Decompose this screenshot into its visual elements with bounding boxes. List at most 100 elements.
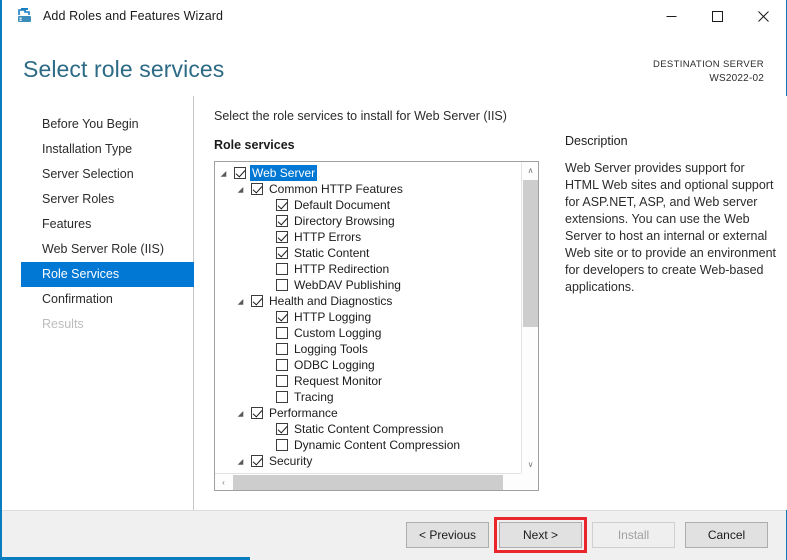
tree-item-label[interactable]: Static Content Compression <box>294 421 443 437</box>
tree-item-label[interactable]: Health and Diagnostics <box>269 293 392 309</box>
tree-item-label[interactable]: Web Server <box>250 165 318 181</box>
next-button[interactable]: Next > <box>499 522 582 548</box>
tree-item[interactable]: Performance <box>215 405 521 421</box>
tree-item-label[interactable]: HTTP Errors <box>294 229 361 245</box>
expand-collapse-icon[interactable] <box>220 167 233 180</box>
tree-item-label[interactable]: HTTP Redirection <box>294 261 389 277</box>
checkbox-http-redirection[interactable] <box>276 263 288 275</box>
previous-button[interactable]: < Previous <box>406 522 489 548</box>
wizard-footer: < Previous Next > Install Cancel <box>2 510 786 560</box>
tree-item[interactable]: ODBC Logging <box>215 357 521 373</box>
tree-item-label[interactable]: WebDAV Publishing <box>294 277 401 293</box>
tree-item[interactable]: Directory Browsing <box>215 213 521 229</box>
tree-item-label[interactable]: Common HTTP Features <box>269 181 403 197</box>
minimize-button[interactable] <box>648 0 694 32</box>
checkbox-logging-tools[interactable] <box>276 343 288 355</box>
close-button[interactable] <box>740 0 786 32</box>
scroll-down-icon[interactable]: ∨ <box>522 456 538 473</box>
footer-buttons: < Previous Next > Install Cancel <box>406 517 768 553</box>
tree-item-label[interactable]: Performance <box>269 405 338 421</box>
tree-item-label[interactable]: Directory Browsing <box>294 213 395 229</box>
page-title: Select role services <box>23 56 225 82</box>
tree-item[interactable]: Request Monitor <box>215 373 521 389</box>
tree-item[interactable]: Common HTTP Features <box>215 181 521 197</box>
checkbox-performance[interactable] <box>251 407 263 419</box>
destination-server-label: DESTINATION SERVER <box>653 59 764 70</box>
checkbox-tracing[interactable] <box>276 391 288 403</box>
checkbox-webdav-publishing[interactable] <box>276 279 288 291</box>
tree-item[interactable]: Logging Tools <box>215 341 521 357</box>
cancel-button[interactable]: Cancel <box>685 522 768 548</box>
sidebar-item-installation-type[interactable]: Installation Type <box>2 137 193 162</box>
tree-vertical-scrollbar[interactable]: ∧ ∨ <box>521 162 538 473</box>
tree-item[interactable]: WebDAV Publishing <box>215 277 521 293</box>
scroll-left-icon[interactable]: ‹ <box>215 474 232 490</box>
tree-item[interactable]: Static Content Compression <box>215 421 521 437</box>
role-services-tree[interactable]: Web Server Common HTTP Features Default Do… <box>215 162 521 473</box>
vertical-scroll-thumb[interactable] <box>523 180 538 327</box>
tree-item[interactable]: HTTP Errors <box>215 229 521 245</box>
sidebar-item-before-you-begin[interactable]: Before You Begin <box>2 112 193 137</box>
checkbox-static-content-compression[interactable] <box>276 423 288 435</box>
tree-item[interactable]: Security <box>215 453 521 469</box>
sidebar-item-server-roles[interactable]: Server Roles <box>2 187 193 212</box>
tree-item-label[interactable]: Logging Tools <box>294 341 368 357</box>
tree-item-label[interactable]: Tracing <box>294 389 334 405</box>
checkbox-default-document[interactable] <box>276 199 288 211</box>
tree-item-label[interactable]: Custom Logging <box>294 325 381 341</box>
wizard-header: Select role services DESTINATION SERVER … <box>2 32 786 88</box>
checkbox-static-content[interactable] <box>276 247 288 259</box>
checkbox-http-logging[interactable] <box>276 311 288 323</box>
checkbox-web-server[interactable] <box>234 167 246 179</box>
tree-item[interactable]: Web Server <box>215 165 521 181</box>
tree-item-label[interactable]: ODBC Logging <box>294 357 375 373</box>
checkbox-request-monitor[interactable] <box>276 375 288 387</box>
checkbox-common-http-features[interactable] <box>251 183 263 195</box>
tree-item-label[interactable]: Dynamic Content Compression <box>294 437 460 453</box>
wizard-nav: Before You Begin Installation Type Server … <box>2 96 194 510</box>
expand-collapse-icon[interactable] <box>237 407 250 420</box>
tree-item[interactable]: Tracing <box>215 389 521 405</box>
maximize-button[interactable] <box>694 0 740 32</box>
checkbox-odbc-logging[interactable] <box>276 359 288 371</box>
role-services-label: Role services <box>214 138 295 152</box>
tree-item[interactable]: Static Content <box>215 245 521 261</box>
expand-collapse-icon[interactable] <box>237 455 250 468</box>
sidebar-item-features[interactable]: Features <box>2 212 193 237</box>
scroll-up-icon[interactable]: ∧ <box>522 162 538 179</box>
expand-collapse-icon[interactable] <box>237 295 250 308</box>
tree-item[interactable]: Default Document <box>215 197 521 213</box>
wizard-content: Select the role services to install for … <box>195 96 787 510</box>
checkbox-security[interactable] <box>251 455 263 467</box>
tree-item[interactable]: Dynamic Content Compression <box>215 437 521 453</box>
cancel-button-wrap: Cancel <box>685 522 768 548</box>
checkbox-custom-logging[interactable] <box>276 327 288 339</box>
tree-item-label[interactable]: Default Document <box>294 197 390 213</box>
checkbox-directory-browsing[interactable] <box>276 215 288 227</box>
expand-collapse-icon[interactable] <box>237 183 250 196</box>
tree-item-label[interactable]: Security <box>269 453 312 469</box>
checkbox-http-errors[interactable] <box>276 231 288 243</box>
sidebar-item-role-services[interactable]: Role Services <box>21 262 194 287</box>
previous-button-wrap: < Previous <box>406 522 489 548</box>
tree-item[interactable]: Custom Logging <box>215 325 521 341</box>
tree-item-label[interactable]: Request Monitor <box>294 373 382 389</box>
tree-item[interactable]: HTTP Redirection <box>215 261 521 277</box>
sidebar-item-web-server-role-iis[interactable]: Web Server Role (IIS) <box>2 237 193 262</box>
horizontal-scroll-thumb[interactable] <box>233 475 503 490</box>
tree-item-label[interactable]: Static Content <box>294 245 369 261</box>
tree-item-label[interactable]: HTTP Logging <box>294 309 371 325</box>
sidebar-item-confirmation[interactable]: Confirmation <box>2 287 193 312</box>
sidebar-item-server-selection[interactable]: Server Selection <box>2 162 193 187</box>
tree-horizontal-scrollbar[interactable]: ‹ › <box>215 473 538 490</box>
title-bar: Add Roles and Features Wizard <box>2 0 786 32</box>
checkbox-health-and-diagnostics[interactable] <box>251 295 263 307</box>
tree-item[interactable]: HTTP Logging <box>215 309 521 325</box>
checkbox-dynamic-content-compression[interactable] <box>276 439 288 451</box>
tree-item[interactable]: Health and Diagnostics <box>215 293 521 309</box>
